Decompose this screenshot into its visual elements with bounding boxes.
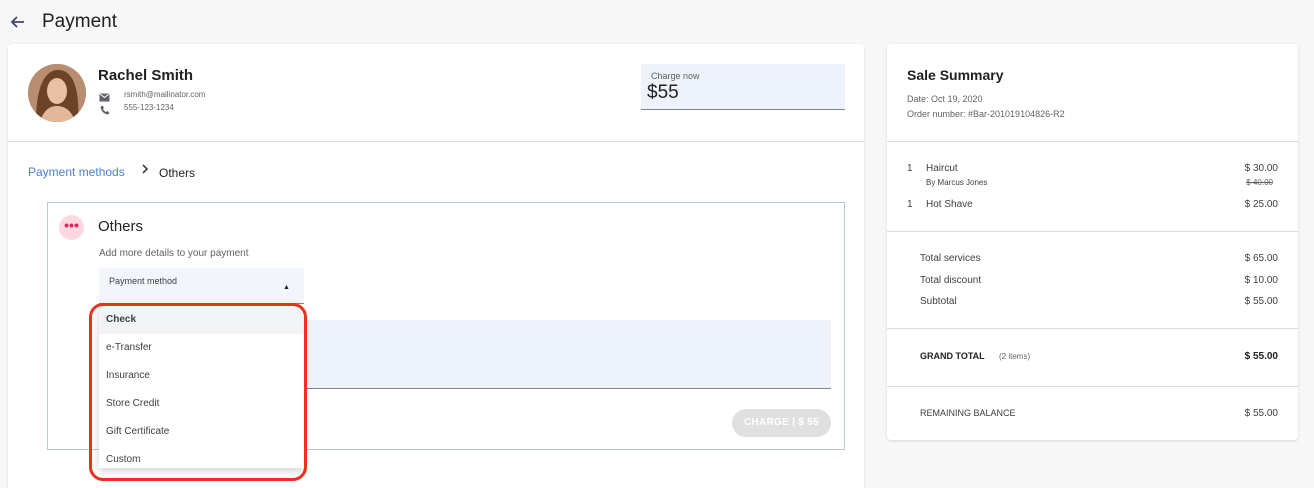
remaining-balance-label: REMAINING BALANCE: [920, 408, 1016, 418]
payment-method-select[interactable]: [99, 268, 304, 304]
arrow-left-icon[interactable]: [8, 12, 28, 32]
others-subtitle: Add more details to your payment: [99, 248, 249, 259]
divider: [887, 231, 1298, 232]
customer-phone: 555-123-1234: [124, 103, 174, 112]
item-qty: 1: [907, 199, 913, 210]
subtotal-label: Subtotal: [920, 296, 957, 307]
caret-up-icon: ▲: [283, 284, 290, 291]
item-qty: 1: [907, 163, 913, 174]
total-discount-value: $ 10.00: [1244, 275, 1278, 286]
divider: [8, 141, 864, 142]
item-staff: By Marcus Jones: [926, 178, 988, 187]
total-discount-label: Total discount: [920, 275, 982, 286]
option-custom[interactable]: Custom: [99, 446, 304, 474]
total-services-value: $ 65.00: [1244, 253, 1278, 264]
breadcrumb-payment-methods[interactable]: Payment methods: [28, 165, 125, 179]
page-title: Payment: [42, 11, 117, 32]
item-name: Hot Shave: [926, 199, 973, 210]
order-number: Order number: #Bar-201019104826-R2: [907, 109, 1065, 119]
avatar: [28, 64, 86, 122]
divider: [887, 328, 1298, 329]
sale-summary-title: Sale Summary: [907, 67, 1004, 83]
grand-total-label: GRAND TOTAL: [920, 351, 985, 361]
customer-email: rsmith@mailinator.com: [124, 90, 206, 99]
phone-icon: [100, 102, 110, 120]
option-insurance[interactable]: Insurance: [99, 362, 304, 390]
remaining-balance-value: $ 55.00: [1244, 408, 1278, 419]
option-gift-certificate[interactable]: Gift Certificate: [99, 418, 304, 446]
charge-now-value: $55: [647, 82, 679, 103]
others-title: Others: [98, 218, 144, 235]
total-services-label: Total services: [920, 253, 981, 264]
charge-now-label: Charge now: [651, 71, 700, 81]
charge-button[interactable]: CHARGE | $ 55: [732, 409, 831, 437]
item-name: Haircut: [926, 163, 958, 174]
top-bar: [0, 0, 1314, 44]
customer-name: Rachel Smith: [98, 67, 194, 84]
subtotal-value: $ 55.00: [1244, 296, 1278, 307]
grand-total-items: (2 items): [999, 352, 1031, 361]
divider: [887, 386, 1298, 387]
more-horiz-icon: •••: [59, 215, 84, 240]
option-e-transfer[interactable]: e-Transfer: [99, 334, 304, 362]
chevron-right-icon: [140, 163, 150, 178]
divider: [887, 141, 1298, 142]
item-price: $ 30.00: [1244, 163, 1278, 174]
payment-method-label: Payment method: [109, 276, 178, 286]
payment-method-dropdown: Check e-Transfer Insurance Store Credit …: [99, 305, 304, 468]
sale-date: Date: Oct 19, 2020: [907, 94, 983, 104]
grand-total-value: $ 55.00: [1244, 351, 1278, 362]
item-price: $ 25.00: [1244, 199, 1278, 210]
breadcrumb-current: Others: [159, 166, 196, 180]
item-old-price: $ 40.00: [1246, 178, 1273, 187]
option-store-credit[interactable]: Store Credit: [99, 390, 304, 418]
option-check[interactable]: Check: [99, 306, 304, 334]
